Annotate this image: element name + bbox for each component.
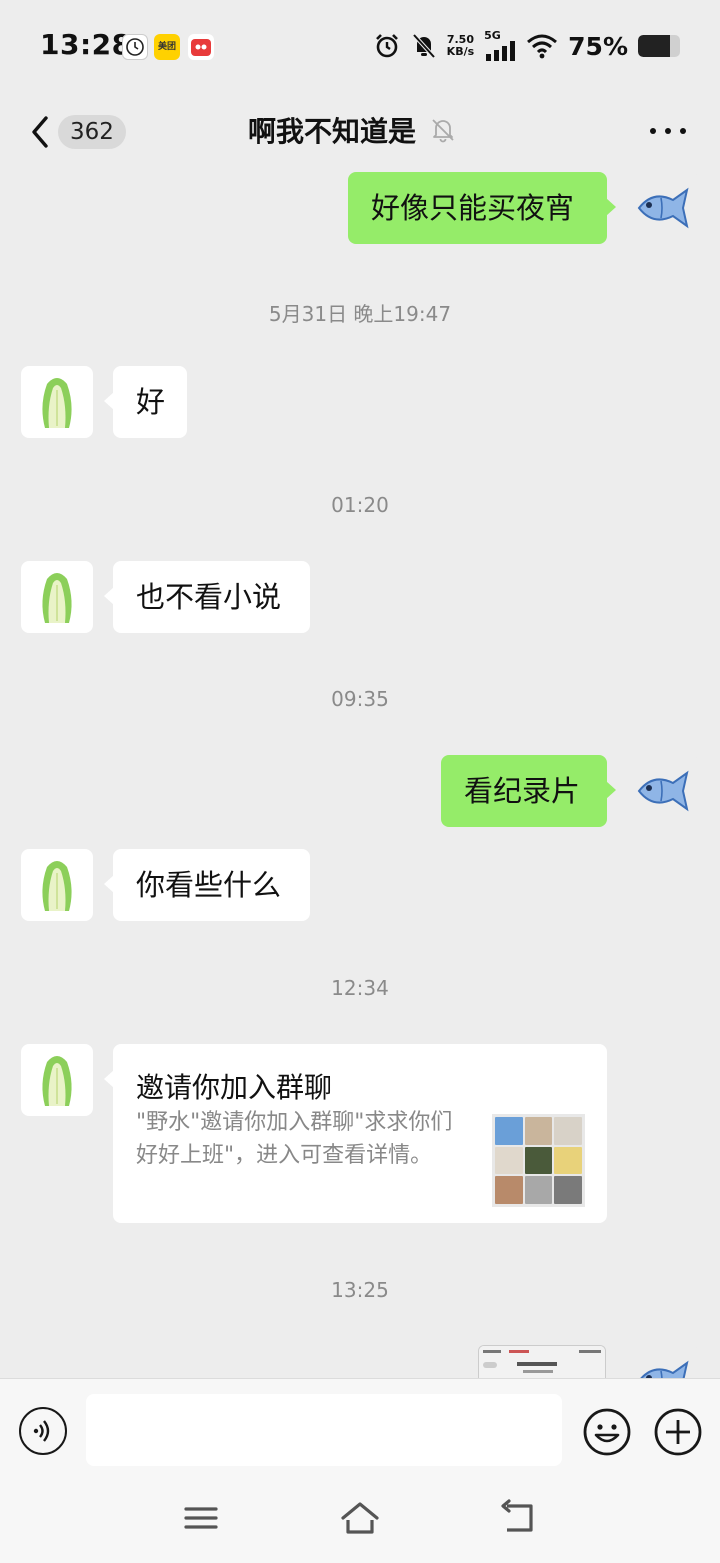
fish-icon [640, 1360, 689, 1378]
cabbage-icon [42, 573, 72, 623]
message-timestamp: 5月31日 晚上19:47 [268, 302, 452, 326]
invite-description: "野水"邀请你加入群聊"求求你们好好上班"，进入可查看详情。 [136, 1110, 453, 1168]
message-bubble-outgoing[interactable]: 好像只能买夜宵 [348, 172, 616, 244]
self-avatar[interactable] [627, 172, 699, 244]
home-button[interactable] [340, 1498, 380, 1538]
cabbage-icon [42, 378, 72, 428]
message-bubble-incoming[interactable]: 好 [104, 366, 187, 438]
dot-icon [665, 128, 671, 134]
thumb-cell [554, 1146, 582, 1175]
chat-title: 啊我不知道是 [248, 115, 417, 148]
battery-percent: 75% [568, 31, 628, 61]
chat-input-bar [0, 1378, 720, 1480]
back-arrow-icon [501, 1499, 533, 1532]
message-timestamp: 13:25 [331, 1278, 389, 1302]
contact-avatar[interactable] [21, 1044, 93, 1116]
battery-icon [638, 35, 680, 57]
meituan-label: 美团 [157, 42, 176, 52]
invite-title: 邀请你加入群聊 [136, 1071, 333, 1104]
cabbage-icon [42, 1056, 72, 1106]
muted-bell-icon [432, 119, 454, 143]
back-nav-button[interactable] [499, 1498, 539, 1538]
message-timestamp: 01:20 [331, 493, 389, 517]
net-speed: 7.50 KB/s [447, 34, 474, 58]
cabbage-icon [42, 861, 72, 911]
status-bar: 13:28 美团 7.50 KB/s 5G 75% [0, 0, 720, 92]
thumb-cell [524, 1117, 553, 1145]
dot-icon [680, 128, 686, 134]
back-button[interactable]: 362 [26, 110, 136, 154]
home-icon [341, 1502, 379, 1534]
message-bubble-incoming[interactable]: 也不看小说 [104, 561, 310, 633]
menu-icon [184, 1507, 218, 1529]
contact-avatar[interactable] [21, 849, 93, 921]
screenshot-thumbnail [479, 1346, 605, 1378]
message-bubble-outgoing[interactable]: 看纪录片 [441, 755, 616, 827]
status-indicators: 7.50 KB/s 5G 75% [373, 28, 680, 64]
image-message[interactable] [478, 1345, 606, 1378]
group-invite-card[interactable]: 邀请你加入群聊 "野水"邀请你加入群聊"求求你们好好上班"，进入可查看详情。 [104, 1044, 607, 1223]
more-functions-button[interactable] [653, 1407, 703, 1457]
contact-avatar[interactable] [21, 561, 93, 633]
self-avatar[interactable] [627, 1345, 699, 1378]
thumb-cell [495, 1146, 523, 1175]
message-timestamp: 12:34 [331, 976, 389, 1000]
dot-icon [650, 128, 656, 134]
emoji-button[interactable] [582, 1407, 632, 1457]
chevron-left-icon [32, 116, 48, 148]
group-avatar-thumbnail [492, 1114, 585, 1207]
thumb-cell [554, 1117, 582, 1145]
red-app-icon [188, 34, 214, 60]
more-options-button[interactable] [650, 116, 686, 146]
thumb-cell [495, 1117, 523, 1145]
system-navigation-bar [0, 1480, 720, 1563]
message-list[interactable]: 好像只能买夜宵 5月31日 晚上19:47 好 01:20 也不看小说 09:3… [0, 172, 720, 1378]
thumb-cell [495, 1176, 523, 1204]
meituan-app-icon: 美团 [154, 34, 180, 60]
signal-5g: 5G [484, 29, 516, 61]
net-speed-unit: KB/s [446, 45, 475, 58]
contact-avatar[interactable] [21, 366, 93, 438]
mute-notification-icon [412, 33, 436, 59]
voice-icon [33, 1420, 50, 1442]
emoji-icon [583, 1408, 631, 1456]
voice-input-button[interactable] [19, 1407, 67, 1455]
fish-icon [637, 770, 689, 812]
thumb-cell [524, 1146, 553, 1175]
fish-icon [637, 187, 689, 229]
self-avatar[interactable] [627, 755, 699, 827]
message-timestamp: 09:35 [331, 687, 389, 711]
battery-fill [638, 35, 670, 57]
clock-app-icon [122, 34, 148, 60]
wifi-icon [527, 34, 558, 59]
signal-icon [486, 41, 516, 61]
recent-apps-button[interactable] [181, 1498, 221, 1538]
chat-header: 362 啊我不知道是 [0, 92, 720, 172]
message-input[interactable] [86, 1394, 562, 1466]
chat-title-group: 啊我不知道是 [248, 110, 456, 150]
plus-icon [654, 1408, 702, 1456]
message-bubble-incoming[interactable]: 你看些什么 [104, 849, 310, 921]
unread-count-badge: 362 [58, 115, 126, 149]
alarm-icon [375, 34, 398, 58]
thumb-cell [524, 1176, 553, 1204]
thumb-cell [554, 1176, 582, 1204]
status-time: 13:28 [40, 28, 132, 61]
